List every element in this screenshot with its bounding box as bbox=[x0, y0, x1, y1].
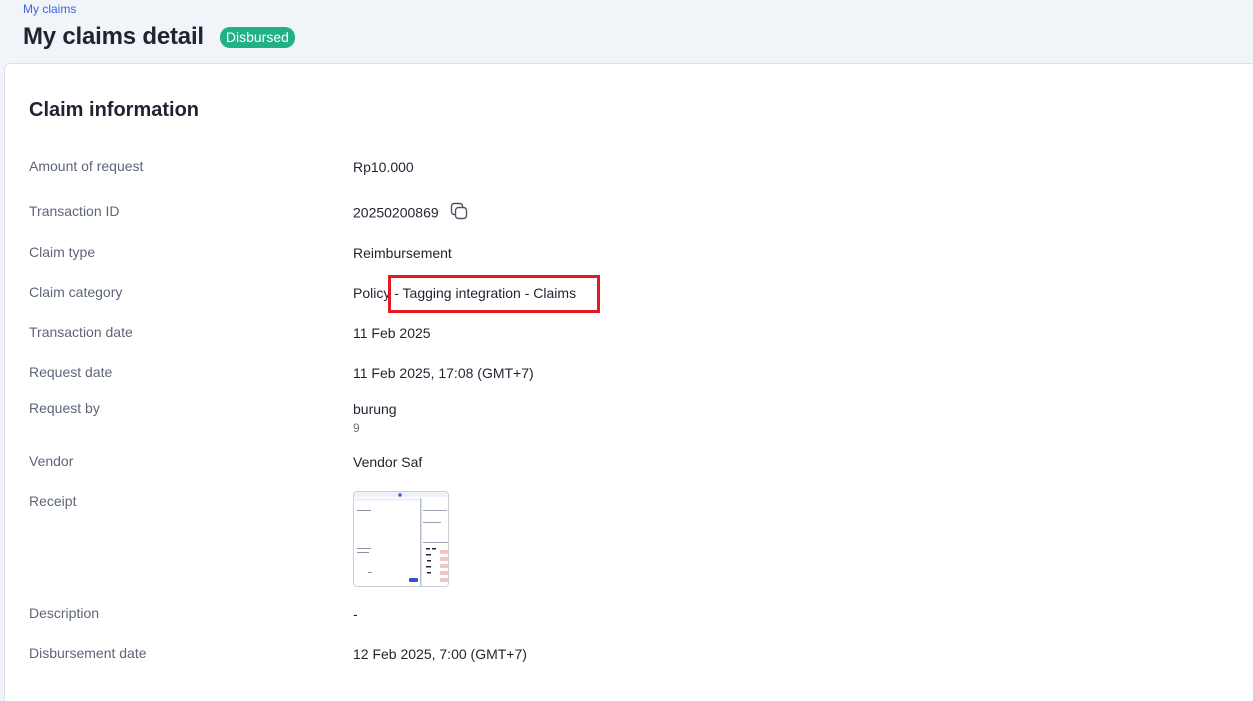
receipt-thumbnail[interactable] bbox=[353, 491, 449, 587]
amount-label: Amount of request bbox=[29, 158, 144, 174]
receipt-label: Receipt bbox=[29, 493, 77, 509]
vendor-value: Vendor Saf bbox=[353, 454, 423, 470]
claim-type-value: Reimbursement bbox=[353, 245, 452, 261]
highlight-box bbox=[388, 275, 600, 313]
request-by-value: burung bbox=[353, 401, 397, 417]
request-by-value-wrap: burung 9 bbox=[353, 401, 397, 435]
transaction-date-value: 11 Feb 2025 bbox=[353, 325, 431, 341]
transaction-id-label: Transaction ID bbox=[29, 203, 120, 219]
status-badge: Disbursed bbox=[219, 26, 295, 48]
request-by-sub: 9 bbox=[353, 421, 360, 435]
amount-value: Rp10.000 bbox=[353, 159, 414, 175]
claim-type-label: Claim type bbox=[29, 244, 96, 260]
transaction-date-label: Transaction date bbox=[29, 324, 133, 340]
claim-info-card: Claim information Amount of request Rp10… bbox=[4, 63, 1253, 701]
transaction-id-value: 20250200869 bbox=[353, 204, 439, 221]
request-date-label: Request date bbox=[29, 364, 113, 380]
request-by-label: Request by bbox=[29, 400, 100, 416]
disbursement-date-value: 12 Feb 2025, 7:00 (GMT+7) bbox=[353, 646, 527, 662]
claim-category-label: Claim category bbox=[29, 284, 123, 300]
receipt-image bbox=[354, 492, 448, 586]
section-title: Claim information bbox=[29, 99, 200, 121]
copy-icon[interactable] bbox=[449, 201, 469, 224]
page-title: My claims detail bbox=[23, 23, 204, 50]
disbursement-date-label: Disbursement date bbox=[29, 645, 147, 661]
description-value: - bbox=[353, 606, 358, 622]
description-label: Description bbox=[29, 605, 100, 621]
request-date-value: 11 Feb 2025, 17:08 (GMT+7) bbox=[353, 365, 534, 381]
transaction-id-value-wrap: 20250200869 bbox=[353, 201, 469, 224]
receipt-row: Receipt bbox=[29, 491, 1229, 593]
breadcrumb[interactable]: My claims bbox=[23, 2, 76, 16]
vendor-label: Vendor bbox=[29, 453, 74, 469]
page-header: My claims detail Disbursed bbox=[23, 22, 295, 52]
